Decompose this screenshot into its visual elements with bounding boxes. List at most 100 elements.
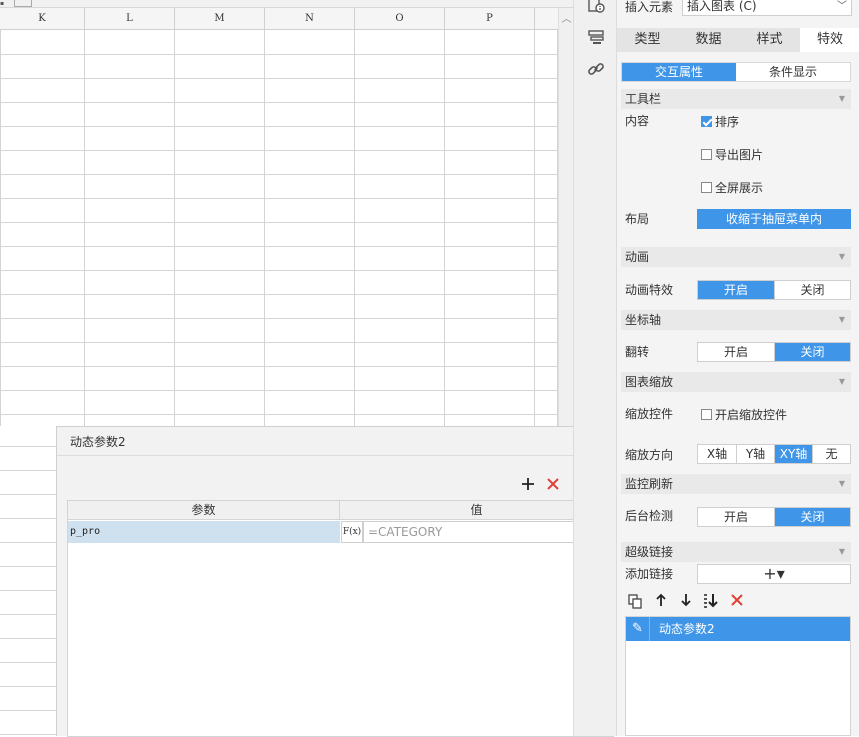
tab-style[interactable]: 样式 (739, 28, 800, 52)
zoom-control-label: 缩放控件 (625, 407, 674, 421)
section-chart-zoom[interactable]: 图表缩放 ▼ (621, 372, 851, 392)
add-param-button[interactable] (519, 477, 537, 495)
fullscreen-checkbox[interactable]: 全屏展示 (701, 181, 763, 195)
export-image-checkbox[interactable]: 导出图片 (701, 148, 763, 162)
animation-off-button[interactable]: 关闭 (774, 281, 850, 299)
grid-row-line (0, 614, 56, 615)
checkbox-checked-icon (701, 116, 712, 127)
background-check-on-button[interactable]: 开启 (698, 508, 774, 526)
cell-grid[interactable] (0, 30, 558, 426)
property-tabs: 类型 数据 样式 特效 (617, 28, 859, 52)
insert-element-label: 插入元素 (625, 0, 674, 14)
dynamic-param-dialog: 动态参数2 参数 值 p_pro F(x) =CATEGORY (56, 426, 623, 737)
checkbox-icon (701, 182, 712, 193)
flip-on-button[interactable]: 开启 (698, 343, 774, 361)
grid-row-line (0, 366, 558, 367)
checkbox-icon (701, 149, 712, 160)
grid-row-line (0, 294, 558, 295)
sort-checkbox[interactable]: 排序 (701, 115, 739, 129)
sort-links-button[interactable] (701, 593, 721, 613)
tab-type[interactable]: 类型 (617, 28, 678, 52)
zoom-xy-button[interactable]: XY轴 (774, 445, 812, 463)
delete-link-button[interactable] (727, 593, 747, 613)
copy-link-button[interactable] (625, 593, 645, 613)
insert-element-select[interactable]: 插入图表 (C) ﹀ (682, 0, 852, 16)
zoom-x-button[interactable]: X轴 (698, 445, 736, 463)
grid-row-line (0, 518, 56, 519)
collapse-triangle-icon: ▼ (838, 94, 845, 103)
grid-row-line (0, 494, 56, 495)
move-up-link-button[interactable] (651, 593, 671, 613)
move-down-link-button[interactable] (676, 593, 696, 613)
column-header-l[interactable]: L (85, 8, 175, 30)
zoom-none-button[interactable]: 无 (812, 445, 850, 463)
scroll-up-icon[interactable]: ︿ (559, 10, 573, 25)
cell-grid-lower[interactable] (0, 426, 56, 736)
add-link-icon: +▾ (763, 564, 785, 583)
grid-row-line (0, 390, 558, 391)
move-up-icon (656, 593, 666, 606)
section-hyperlink[interactable]: 超级链接 ▼ (621, 542, 851, 562)
grid-row-line (0, 222, 558, 223)
section-animation[interactable]: 动画 ▼ (621, 247, 851, 267)
animation-effect-label: 动画特效 (625, 283, 674, 297)
collapse-triangle-icon: ▼ (838, 252, 845, 261)
grid-row-line (0, 638, 56, 639)
grid-row-line (0, 246, 558, 247)
section-toolbar[interactable]: 工具栏 ▼ (621, 89, 851, 109)
flip-label: 翻转 (625, 345, 650, 359)
section-monitor-refresh[interactable]: 监控刷新 ▼ (621, 474, 851, 494)
move-down-icon (681, 594, 691, 607)
sheet-top-strip: ▪ (0, 0, 573, 8)
grid-row-line (0, 126, 558, 127)
sort-down-icon (704, 594, 718, 608)
flip-off-button[interactable]: 关闭 (774, 343, 850, 361)
sheet-tab-marker[interactable]: ▪ (0, 0, 10, 7)
insert-select-value: 插入图表 (C) (687, 0, 757, 13)
widget-settings-icon[interactable] (587, 28, 605, 46)
column-header-k[interactable]: K (0, 8, 85, 30)
link-list: ✎ 动态参数2 (625, 616, 851, 736)
grid-row-line (0, 414, 558, 415)
delete-icon (547, 478, 559, 490)
zoom-direction-label: 缩放方向 (625, 448, 674, 462)
link-toolbar (625, 590, 851, 616)
column-header-m[interactable]: M (175, 8, 265, 30)
background-check-off-button[interactable]: 关闭 (774, 508, 850, 526)
column-header-n[interactable]: N (265, 8, 355, 30)
animation-effect-toggle: 开启 关闭 (697, 280, 851, 300)
zoom-control-checkbox[interactable]: 开启缩放控件 (701, 408, 787, 422)
delete-icon (731, 594, 743, 606)
zoom-y-button[interactable]: Y轴 (736, 445, 774, 463)
collapse-triangle-icon: ▼ (838, 547, 845, 556)
grid-row-line (0, 54, 558, 55)
add-link-button[interactable]: +▾ (697, 564, 851, 584)
collapse-triangle-icon: ▼ (838, 377, 845, 386)
tab-data[interactable]: 数据 (678, 28, 739, 52)
formula-button[interactable]: F(x) (341, 521, 363, 543)
grid-row-line (0, 150, 558, 151)
link-item-label: 动态参数2 (659, 622, 715, 636)
grid-row-line (0, 662, 56, 663)
animation-on-button[interactable]: 开启 (698, 281, 774, 299)
tab-effects[interactable]: 特效 (800, 28, 859, 52)
sheet-tab-icon[interactable] (14, 0, 32, 7)
column-header-o[interactable]: O (355, 8, 445, 30)
list-item[interactable]: ✎ 动态参数2 (626, 617, 850, 641)
grid-row-line (0, 102, 558, 103)
dialog-divider (57, 455, 623, 456)
subtab-condition-display[interactable]: 条件显示 (736, 63, 850, 81)
layout-select[interactable]: 收缩于抽屉菜单内 (697, 209, 851, 229)
edit-pencil-icon[interactable]: ✎ (626, 617, 650, 641)
vertical-scrollbar[interactable]: ︿ (558, 8, 573, 426)
hyperlink-icon[interactable] (587, 60, 605, 78)
column-header-p[interactable]: P (445, 8, 535, 30)
delete-param-button[interactable] (544, 477, 562, 495)
background-check-toggle: 开启 关闭 (697, 507, 851, 527)
table-row[interactable]: p_pro F(x) =CATEGORY (68, 521, 613, 543)
subtab-interaction[interactable]: 交互属性 (622, 63, 736, 81)
param-name-cell[interactable]: p_pro (68, 521, 340, 543)
chart-info-icon[interactable] (587, 0, 605, 14)
section-axis[interactable]: 坐标轴 ▼ (621, 310, 851, 330)
grid-row-line (0, 710, 56, 711)
